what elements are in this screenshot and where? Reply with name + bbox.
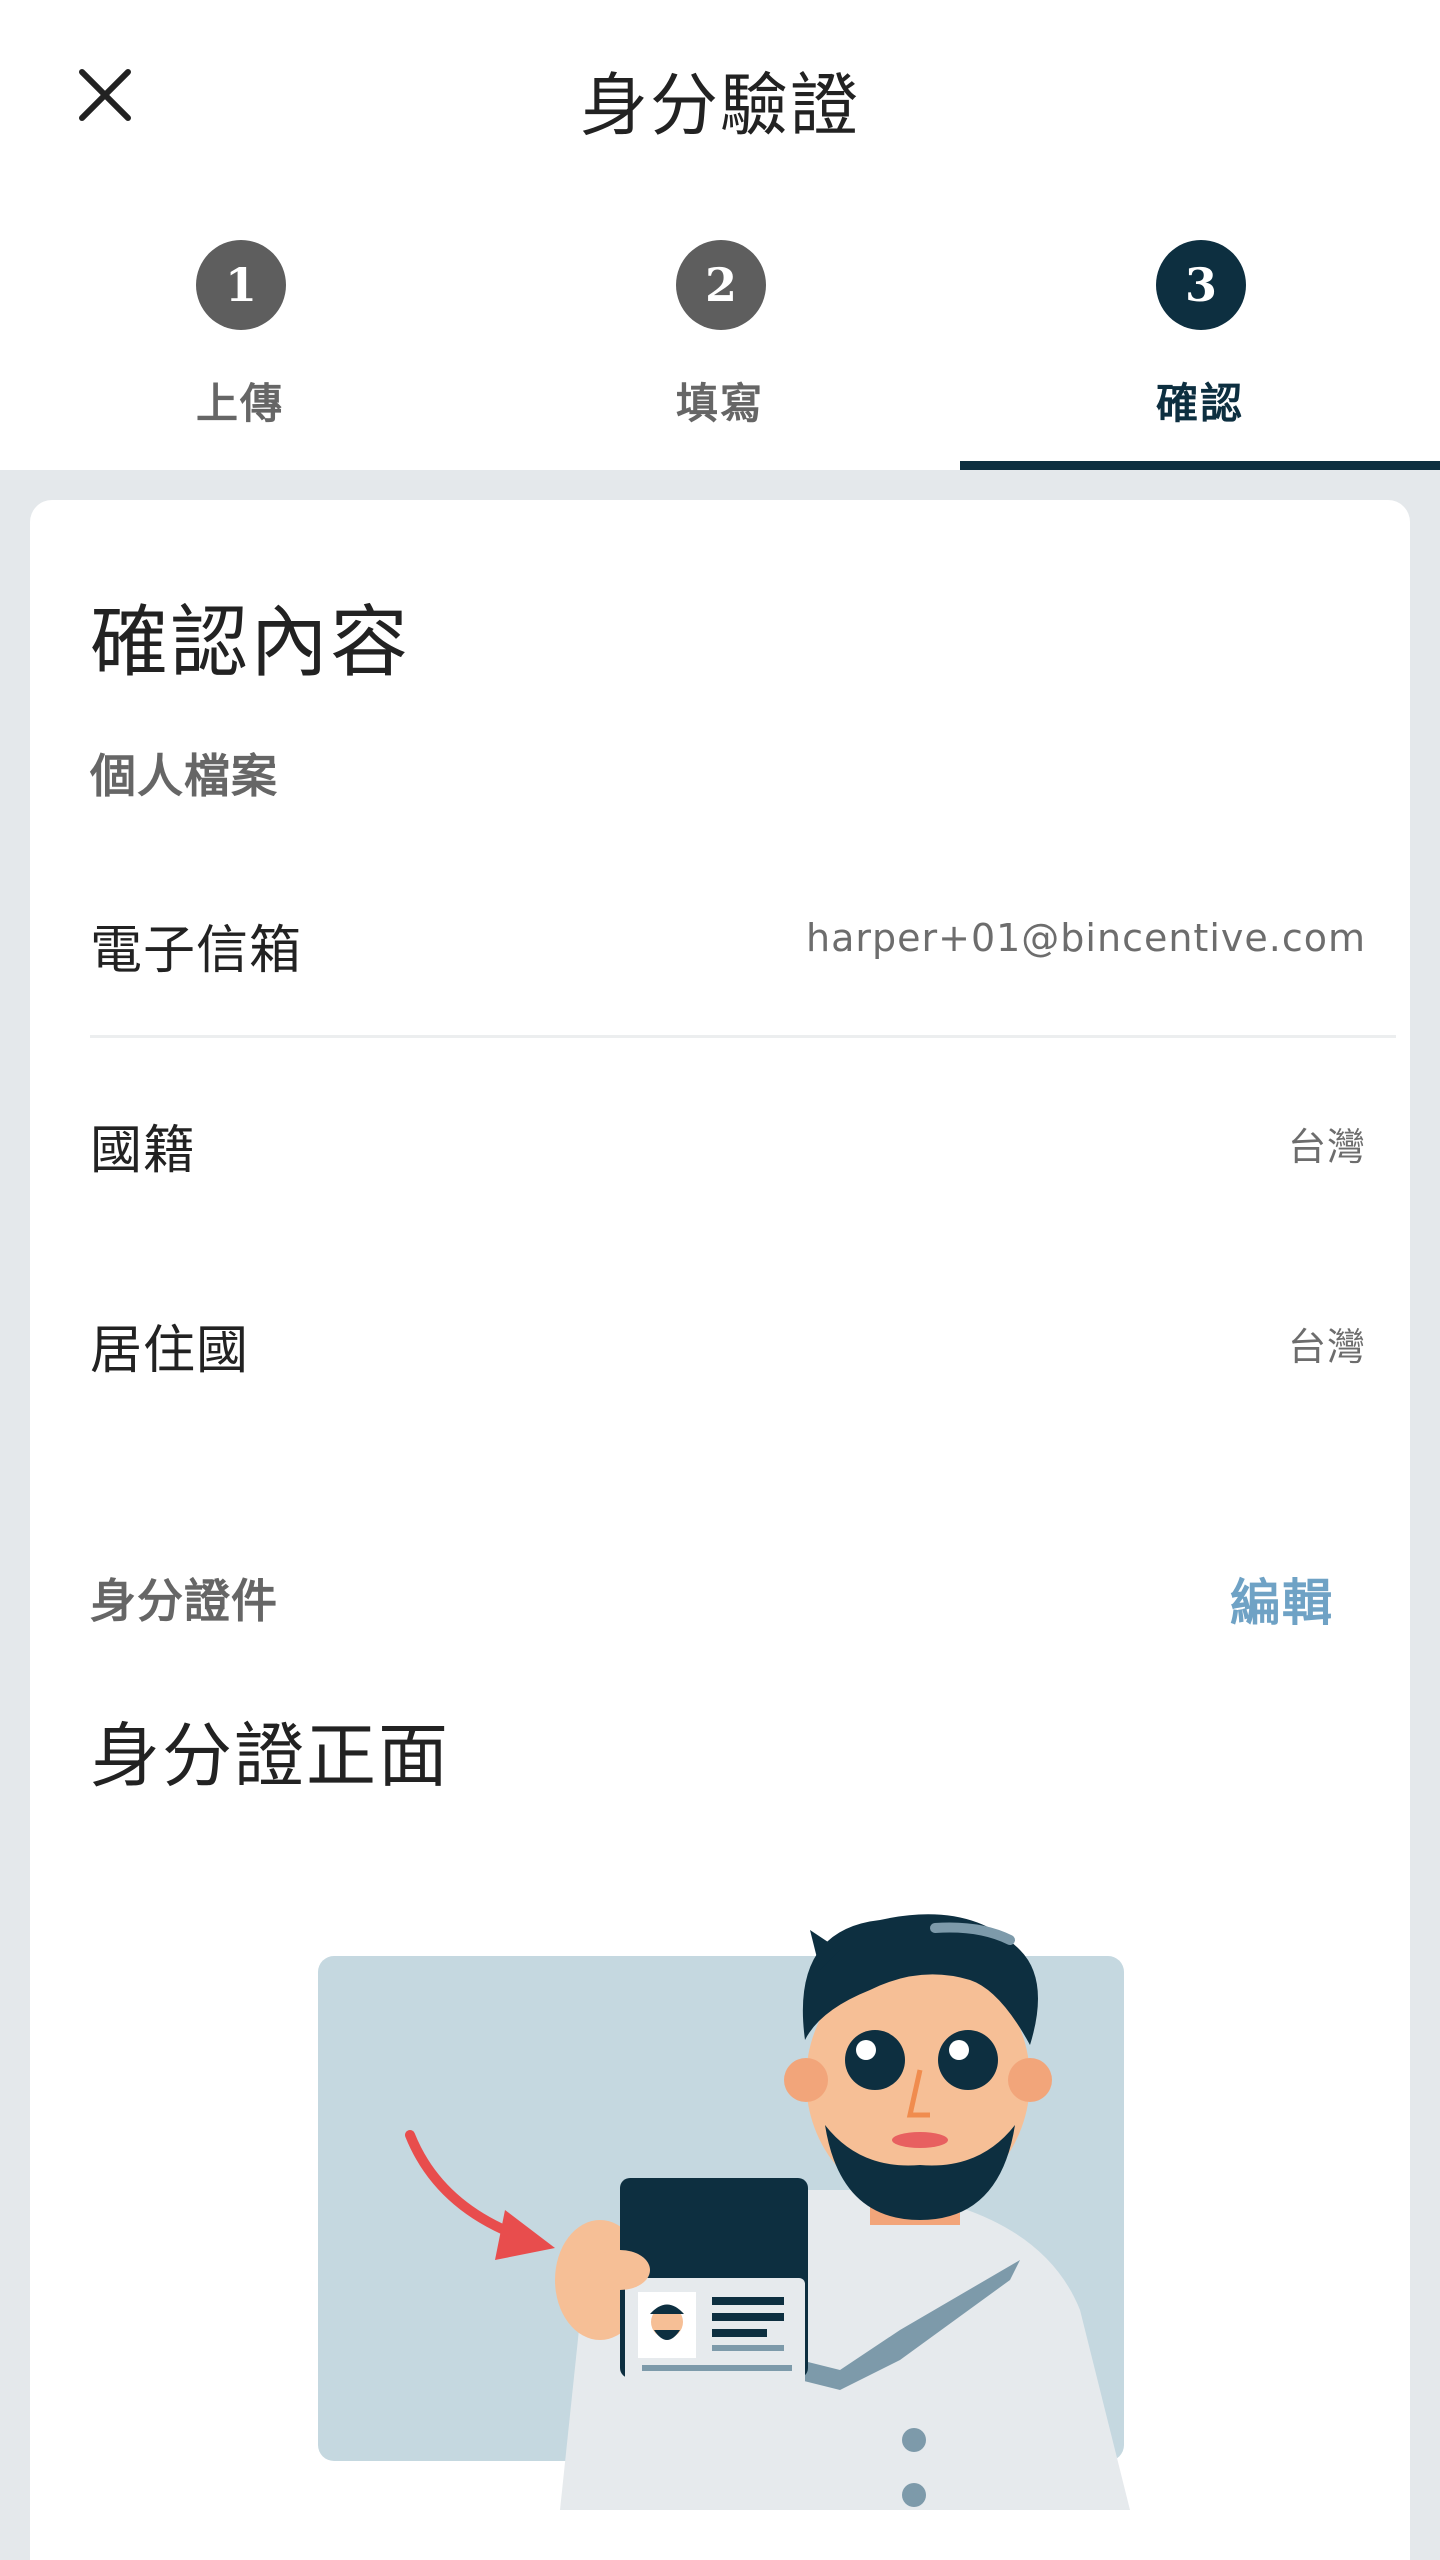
row-divider: [90, 1035, 1396, 1038]
step-upload[interactable]: 1 上傳: [0, 200, 480, 470]
email-row: 電子信箱 harper+01@bincentive.com: [90, 870, 1366, 1010]
step-label: 確認: [1155, 379, 1244, 428]
nationality-value: 台灣: [1287, 1125, 1366, 1169]
residence-value: 台灣: [1287, 1325, 1366, 1369]
confirm-card: 確認內容 個人檔案 電子信箱 harper+01@bincentive.com …: [30, 500, 1410, 2560]
active-step-underline: [960, 461, 1440, 470]
residence-label: 居住國: [90, 1321, 250, 1381]
step-number-badge: 3: [1156, 240, 1246, 330]
step-indicator: 1 上傳 2 填寫 3 確認: [0, 200, 1440, 470]
id-front-title: 身分證正面: [90, 1715, 450, 1797]
edit-button[interactable]: 編輯: [1230, 1563, 1334, 1635]
email-label: 電子信箱: [90, 921, 303, 981]
nationality-row: 國籍 台灣: [90, 1070, 1366, 1210]
top-bar: 身分驗證 1 上傳 2 填寫 3 確認: [0, 0, 1440, 470]
id-document-heading: 身分證件: [90, 1574, 278, 1628]
step-number-badge: 1: [196, 240, 286, 330]
step-fill[interactable]: 2 填寫: [480, 200, 960, 470]
residence-row: 居住國 台灣: [90, 1270, 1366, 1410]
email-value: harper+01@bincentive.com: [806, 916, 1366, 960]
step-label: 填寫: [675, 379, 764, 428]
id-card-holding-illustration: [280, 1910, 1140, 2510]
confirm-title: 確認內容: [90, 598, 411, 688]
page-title: 身分驗證: [579, 67, 860, 146]
nationality-label: 國籍: [90, 1121, 197, 1181]
step-number-badge: 2: [676, 240, 766, 330]
profile-heading: 個人檔案: [90, 749, 278, 803]
step-label: 上傳: [195, 379, 284, 428]
step-confirm[interactable]: 3 確認: [960, 200, 1440, 470]
